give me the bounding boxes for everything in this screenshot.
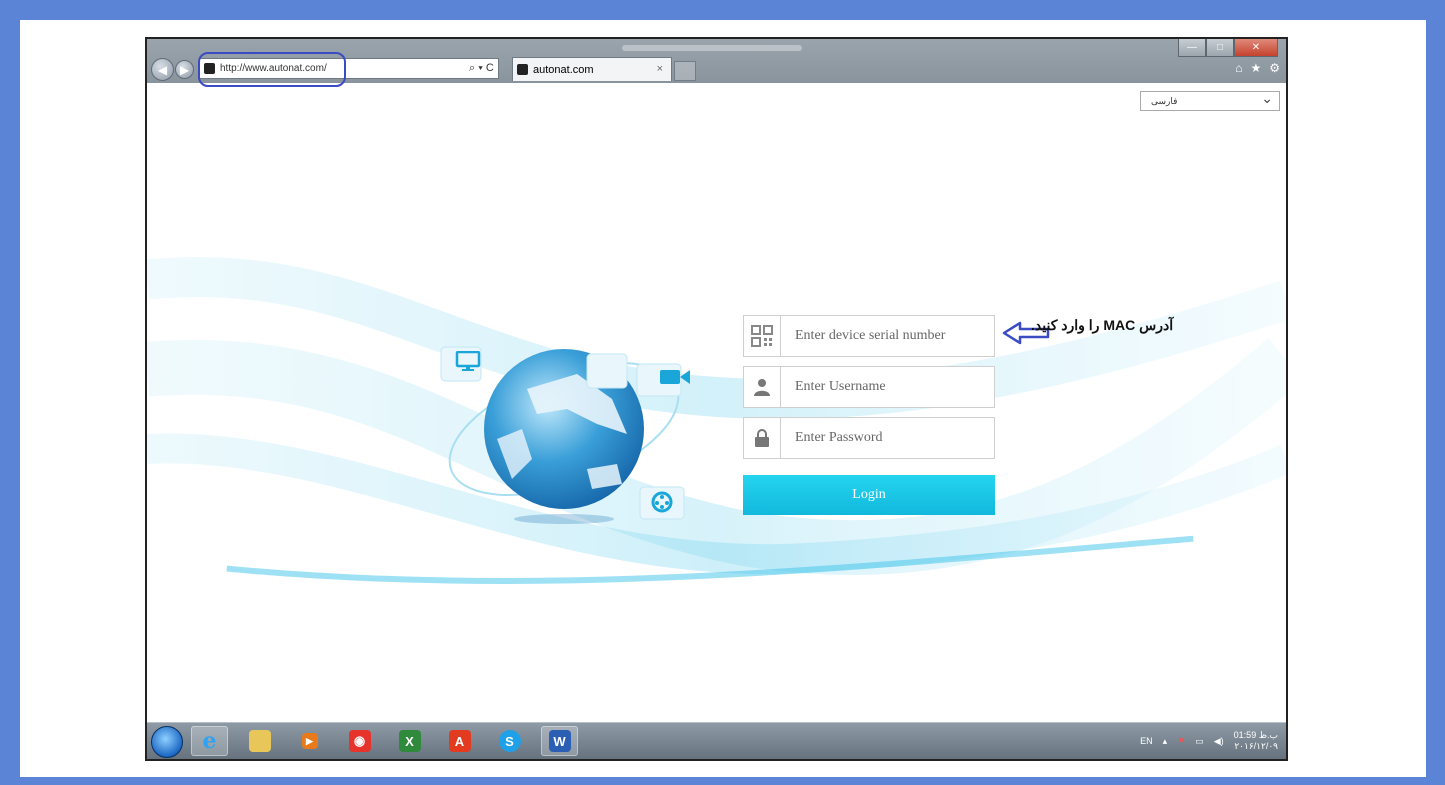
monitor-icon: [455, 350, 481, 371]
qr-code-icon: [744, 316, 781, 356]
camera-app-icon: ◉: [348, 730, 371, 752]
tab-autonat[interactable]: autonat.com ×: [512, 57, 672, 81]
film-reel-icon: [651, 491, 673, 518]
video-camera-icon: [659, 367, 691, 392]
user-icon: [744, 367, 781, 407]
window-title: [622, 45, 802, 51]
clock-time: 01:59 ب.ظ: [1233, 730, 1278, 740]
tab-favicon-icon: [517, 64, 528, 75]
pdf-reader-icon: A: [448, 730, 471, 752]
password-field[interactable]: [743, 417, 995, 459]
clock[interactable]: 01:59 ب.ظ ۲۰۱۶/۱۲/۰۹: [1234, 730, 1278, 752]
favorites-icon[interactable]: ★: [1250, 61, 1261, 75]
excel-icon: X: [398, 730, 421, 752]
language-select[interactable]: فارسی ⌄: [1140, 90, 1280, 111]
volume-icon[interactable]: ◀): [1214, 736, 1224, 747]
serial-number-field[interactable]: [743, 315, 995, 357]
start-button[interactable]: [151, 726, 183, 758]
username-field[interactable]: [743, 366, 995, 408]
taskbar-media-player[interactable]: ▶: [291, 726, 328, 756]
taskbar: e ▶ ◉ X A S W EN ▴ ⚑ ▭ ◀) 01:59 ب.ظ ۲۰۱۶…: [147, 722, 1286, 759]
taskbar-file-explorer[interactable]: [241, 726, 278, 756]
close-button[interactable]: ✕: [1234, 39, 1278, 57]
back-button[interactable]: ◀: [151, 58, 174, 81]
tray-overflow-icon[interactable]: ▴: [1163, 736, 1168, 747]
taskbar-camera-app[interactable]: ◉: [341, 726, 378, 756]
taskbar-skype[interactable]: S: [491, 726, 528, 756]
desktop-screen: — □ ✕ ◀ ▶ http://www.autonat.com/ ⌕ ▾ C …: [145, 37, 1288, 761]
language-indicator[interactable]: EN: [1140, 736, 1153, 746]
tab-title: autonat.com: [533, 63, 594, 76]
media-player-icon: ▶: [301, 733, 318, 749]
forward-button[interactable]: ▶: [175, 60, 194, 79]
search-refresh-icon[interactable]: ⌕ ▾ C: [469, 62, 494, 75]
annotation-text: آدرس MAC را وارد کنید.: [1031, 317, 1174, 333]
minimize-button[interactable]: —: [1178, 39, 1206, 57]
taskbar-internet-explorer[interactable]: e: [191, 726, 228, 756]
taskbar-word[interactable]: W: [541, 726, 578, 756]
skype-icon: S: [498, 730, 521, 752]
maximize-button[interactable]: □: [1206, 39, 1234, 57]
word-icon: W: [548, 730, 571, 752]
tab-close-icon[interactable]: ×: [657, 63, 663, 75]
url-highlight-circle: [198, 52, 346, 87]
network-icon[interactable]: ▭: [1195, 736, 1204, 747]
lock-icon: [744, 418, 781, 458]
internet-explorer-icon: e: [202, 728, 217, 754]
clock-date: ۲۰۱۶/۱۲/۰۹: [1234, 741, 1278, 751]
login-button[interactable]: Login: [743, 475, 995, 515]
browser-toolbar: — □ ✕ ◀ ▶ http://www.autonat.com/ ⌕ ▾ C …: [147, 39, 1286, 87]
language-selected: فارسی: [1151, 96, 1178, 106]
folder-icon: [248, 730, 271, 752]
browser-right-icons: ⌂ ★ ⚙: [1235, 61, 1280, 75]
home-icon[interactable]: ⌂: [1235, 61, 1242, 75]
window-controls: — □ ✕: [1178, 39, 1278, 57]
settings-icon[interactable]: ⚙: [1269, 61, 1280, 75]
flag-icon[interactable]: ⚑: [1177, 736, 1185, 747]
chevron-down-icon: ⌄: [1261, 90, 1273, 106]
system-tray: EN ▴ ⚑ ▭ ◀) 01:59 ب.ظ ۲۰۱۶/۱۲/۰۹: [1140, 730, 1278, 752]
password-input[interactable]: [793, 429, 987, 447]
taskbar-pdf-reader[interactable]: A: [441, 726, 478, 756]
background-waves: [147, 257, 1286, 584]
address-tools[interactable]: ⌕ ▾ C: [465, 58, 494, 79]
serial-number-input[interactable]: [793, 327, 987, 345]
new-tab-button[interactable]: [674, 61, 696, 81]
taskbar-excel[interactable]: X: [391, 726, 428, 756]
username-input[interactable]: [793, 378, 987, 396]
